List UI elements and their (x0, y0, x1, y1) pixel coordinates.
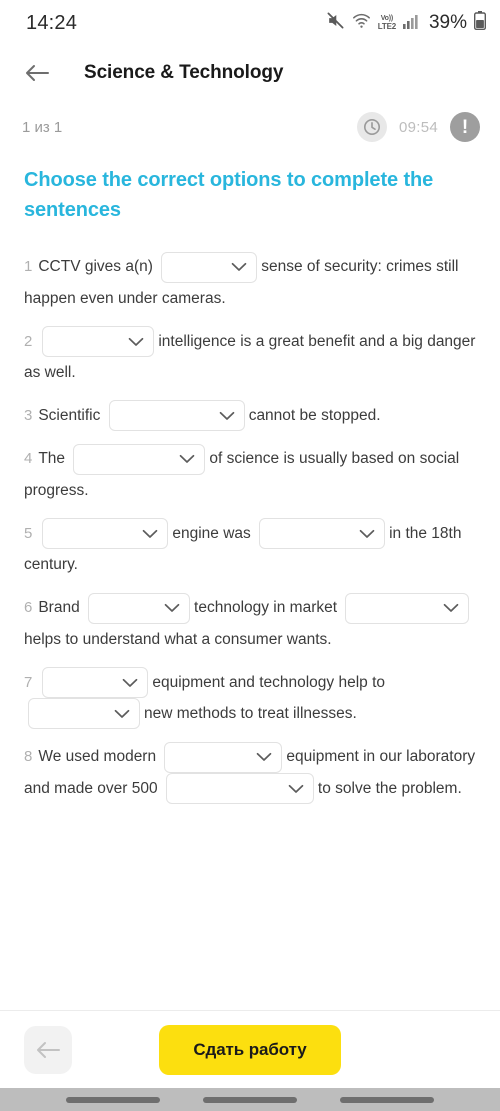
answer-dropdown[interactable] (42, 518, 169, 550)
question-number: 8 (24, 748, 33, 766)
answer-dropdown[interactable] (73, 443, 206, 475)
question-item: 2 intelligence is a great benefit and a b… (24, 326, 478, 388)
android-navigation-bar (0, 1088, 500, 1111)
status-bar: 14:24 Vo)) LTE2 39% (0, 0, 500, 46)
page-title: Science & Technology (84, 62, 284, 83)
question-list: 1 CCTV gives a(n) sense of security: crim… (24, 251, 478, 805)
phone-screen: 14:24 Vo)) LTE2 39% Science & Technology… (0, 0, 500, 1111)
answer-dropdown[interactable] (42, 667, 149, 699)
chevron-down-icon (288, 784, 304, 793)
nav-home-button[interactable] (202, 1096, 297, 1103)
question-number: 2 (24, 332, 33, 350)
mute-icon (326, 11, 345, 35)
question-text: Scientific (38, 407, 101, 424)
app-bar: Science & Technology (0, 46, 500, 100)
previous-page-button[interactable] (24, 1025, 72, 1074)
chevron-down-icon (257, 753, 272, 762)
battery-icon (473, 11, 487, 35)
bottom-action-bar: Сдать работу (0, 1010, 500, 1088)
question-item: 4 The of science is usually based on soci… (24, 443, 478, 505)
question-item: 3 Scientific cannot be stopped. (24, 400, 478, 432)
progress-meta-row: 1 из 1 09:54 ! (0, 100, 500, 154)
alert-icon[interactable]: ! (450, 112, 480, 142)
question-number: 5 (24, 524, 33, 542)
chevron-down-icon (164, 604, 180, 612)
chevron-down-icon (231, 263, 247, 271)
chevron-down-icon (128, 337, 144, 346)
question-number: 3 (24, 407, 33, 424)
question-text: new methods to treat illnesses. (144, 705, 357, 723)
chevron-down-icon (219, 411, 235, 420)
back-arrow-icon[interactable] (20, 56, 54, 90)
status-clock: 14:24 (26, 11, 78, 34)
question-item: 8 We used modern equipment in our laborat… (24, 741, 478, 805)
question-number: 7 (24, 673, 33, 691)
question-text: CCTV gives a(n) (38, 258, 153, 276)
question-text: helps to understand what a consumer want… (24, 630, 332, 648)
answer-dropdown[interactable] (165, 773, 314, 805)
nav-back-button[interactable] (340, 1096, 435, 1103)
chevron-down-icon (142, 529, 158, 538)
chevron-down-icon (122, 678, 138, 687)
question-text: cannot be stopped. (248, 407, 381, 424)
timer-label: 09:54 (398, 118, 438, 136)
question-text: equipment and technology help to (152, 673, 386, 691)
chevron-down-icon (359, 529, 375, 538)
signal-bars-icon (402, 13, 420, 34)
answer-dropdown[interactable] (259, 518, 386, 550)
chevron-down-icon (114, 709, 130, 718)
submit-work-button[interactable]: Сдать работу (159, 1024, 341, 1075)
question-number: 4 (24, 450, 33, 468)
answer-dropdown[interactable] (161, 251, 258, 283)
answer-dropdown[interactable] (108, 400, 245, 432)
answer-dropdown[interactable] (164, 741, 283, 773)
status-icons: Vo)) LTE2 39% (326, 11, 487, 35)
volte-bottom-label: LTE2 (377, 22, 396, 31)
question-text: engine was (172, 524, 251, 542)
question-item: 6 Brand technology in market helps to und… (24, 592, 478, 654)
wifi-icon (352, 12, 371, 34)
clock-icon (356, 112, 387, 142)
answer-dropdown[interactable] (28, 698, 140, 730)
question-text: to solve the problem. (317, 779, 462, 797)
task-heading: Choose the correct options to complete t… (24, 169, 434, 221)
nav-recents-button[interactable] (65, 1096, 160, 1103)
timer-group: 09:54 ! (356, 112, 480, 142)
answer-dropdown[interactable] (345, 592, 470, 624)
question-text: We used modern (38, 748, 157, 766)
question-counter: 1 из 1 (22, 118, 63, 136)
chevron-down-icon (180, 455, 195, 464)
chevron-down-icon (444, 604, 459, 612)
question-text: Brand (38, 599, 80, 617)
question-number: 6 (24, 599, 33, 617)
battery-percent-label: 39% (428, 12, 467, 33)
volte-icon: Vo)) LTE2 (378, 15, 396, 31)
task-content: Choose the correct options to complete t… (0, 154, 500, 1010)
answer-dropdown[interactable] (88, 592, 191, 624)
question-number: 1 (24, 258, 33, 276)
question-text: technology in market (194, 599, 338, 617)
answer-dropdown[interactable] (42, 326, 155, 357)
question-item: 5 engine was in the 18th century. (24, 518, 478, 580)
question-text: The (38, 450, 66, 468)
question-item: 1 CCTV gives a(n) sense of security: crim… (24, 251, 478, 313)
question-item: 7 equipment and technology help to new me… (24, 667, 478, 730)
